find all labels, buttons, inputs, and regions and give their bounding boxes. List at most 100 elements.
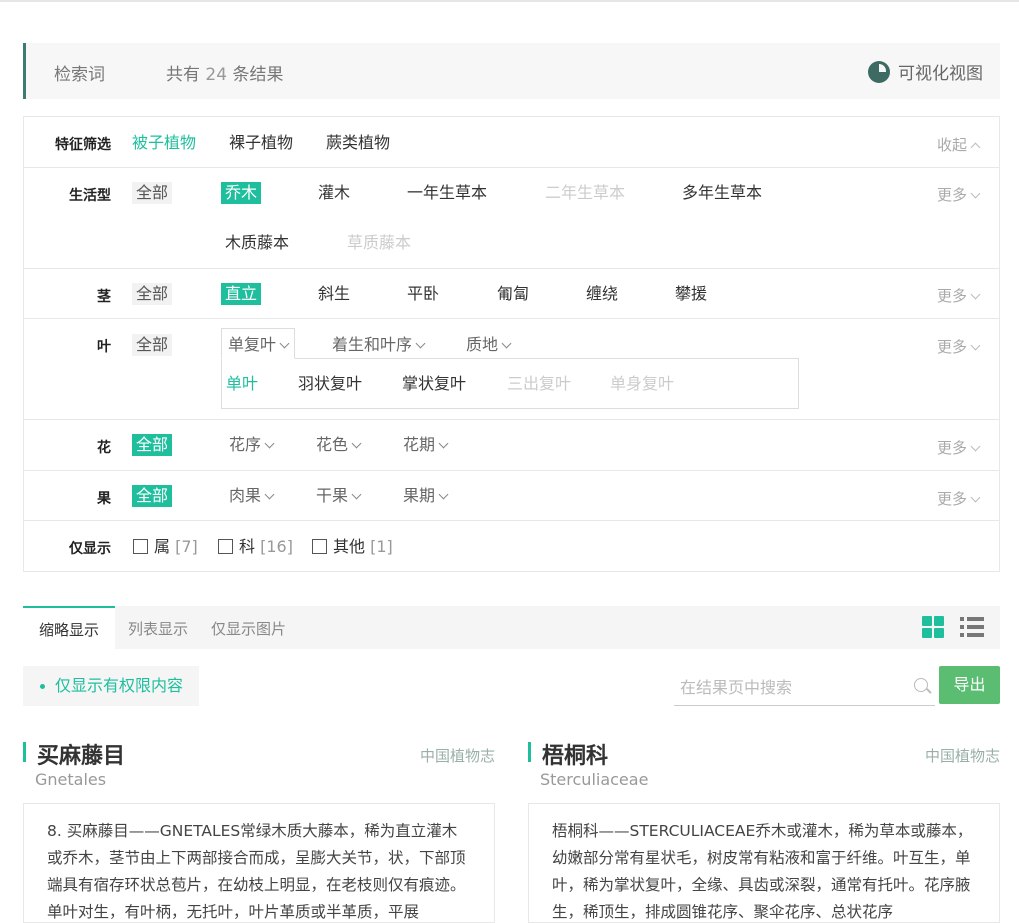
chevron-down-icon <box>264 489 275 500</box>
tab-list[interactable]: 列表显示 <box>128 606 188 649</box>
chevron-down-icon <box>415 338 426 349</box>
filter-label: 茎 <box>97 289 111 305</box>
chevron-down-icon <box>970 289 981 300</box>
title-accent-bar <box>23 742 26 762</box>
result-latin-name: Sterculiaceae <box>540 770 649 789</box>
filter-label: 仅显示 <box>69 541 111 557</box>
tab-thumbnail[interactable]: 缩略显示 <box>23 606 115 649</box>
dropdown-fleshy-fruit[interactable]: 肉果 <box>225 485 277 507</box>
filter-row-stem: 茎 全部 直立 斜生 平卧 匍匐 缠绕 攀援 更多 <box>24 269 999 319</box>
option-all[interactable]: 全部 <box>132 283 173 305</box>
chevron-down-icon <box>351 438 362 449</box>
option-shrub[interactable]: 灌木 <box>314 182 354 204</box>
pie-chart-icon <box>868 60 890 83</box>
chevron-down-icon <box>264 438 275 449</box>
result-count: 共有 24 条结果 <box>166 65 284 85</box>
filter-panel: 特征筛选 被子植物 裸子植物 蕨类植物 收起 生活型 全部 乔木 灌木 一年生草… <box>23 116 1000 572</box>
result-description: 8. 买麻藤目——GNETALES常绿木质大藤本，稀为直立灌木或乔木，茎节由上下… <box>23 803 495 923</box>
filter-row-flower: 花 全部 花序 花色 花期 更多 <box>24 420 999 471</box>
option-simple-leaf[interactable]: 单叶 <box>222 373 262 395</box>
dropdown-texture[interactable]: 质地 <box>462 334 514 356</box>
dropdown-compound-type[interactable]: 单复叶 <box>224 334 292 356</box>
result-title[interactable]: 梧桐科 <box>542 738 608 770</box>
result-search-input[interactable] <box>680 673 900 701</box>
option-all[interactable]: 全部 <box>132 182 173 204</box>
result-source[interactable]: 中国植物志 <box>420 745 495 766</box>
filter-row-feature: 特征筛选 被子植物 裸子植物 蕨类植物 收起 <box>24 117 999 168</box>
more-button[interactable]: 更多 <box>937 184 981 205</box>
visualization-view-button[interactable]: 可视化视图 <box>868 59 983 84</box>
more-button[interactable]: 更多 <box>937 488 981 509</box>
option-fern[interactable]: 蕨类植物 <box>322 132 394 154</box>
option-perennial-herb[interactable]: 多年生草本 <box>678 182 766 204</box>
result-search <box>674 667 935 706</box>
search-icon[interactable] <box>914 678 928 692</box>
result-source[interactable]: 中国植物志 <box>925 745 1000 766</box>
option-pinnate-compound[interactable]: 羽状复叶 <box>294 373 366 395</box>
option-gymnosperm[interactable]: 裸子植物 <box>225 132 297 154</box>
option-all[interactable]: 全部 <box>132 434 173 456</box>
checkbox-box[interactable] <box>218 539 233 554</box>
option-unifoliate: 单身复叶 <box>610 374 675 393</box>
keyword-label: 检索词 <box>54 65 105 85</box>
option-angiosperm[interactable]: 被子植物 <box>128 132 200 154</box>
result-count-number: 24 <box>205 65 228 85</box>
grid-view-icon[interactable] <box>922 616 944 638</box>
filter-label: 果 <box>97 491 111 507</box>
chevron-down-icon <box>501 338 512 349</box>
leaf-suboption-panel: 单叶 羽状复叶 掌状复叶 三出复叶 单身复叶 <box>221 358 799 409</box>
option-biennial-herb: 二年生草本 <box>545 183 626 202</box>
dropdown-arrangement[interactable]: 着生和叶序 <box>328 334 428 356</box>
option-annual-herb[interactable]: 一年生草本 <box>403 182 491 204</box>
checkbox-box[interactable] <box>133 539 148 554</box>
chevron-down-icon <box>438 438 449 449</box>
dropdown-fruiting-period[interactable]: 果期 <box>399 485 451 507</box>
result-title[interactable]: 买麻藤目 <box>37 738 125 770</box>
filter-label: 花 <box>97 440 111 456</box>
chevron-down-icon <box>438 489 449 500</box>
dropdown-flowering-period[interactable]: 花期 <box>399 434 451 456</box>
list-view-icon[interactable] <box>960 617 984 637</box>
tab-images-only[interactable]: 仅显示图片 <box>211 606 286 649</box>
chevron-up-icon <box>970 142 981 153</box>
option-palmate-compound[interactable]: 掌状复叶 <box>398 373 470 395</box>
leaf-dropdown-tab-selected[interactable]: 单复叶 <box>221 328 295 359</box>
title-accent-bar <box>528 742 531 762</box>
option-tree[interactable]: 乔木 <box>221 182 262 204</box>
option-erect[interactable]: 直立 <box>221 283 262 305</box>
dropdown-flower-color[interactable]: 花色 <box>312 434 364 456</box>
result-latin-name: Gnetales <box>35 770 107 789</box>
option-trifoliate: 三出复叶 <box>507 374 572 393</box>
filter-row-lifeform: 生活型 全部 乔木 灌木 一年生草本 二年生草本 多年生草本 木质藤本 草质藤本… <box>24 168 999 269</box>
filter-label: 叶 <box>97 339 111 355</box>
option-climbing[interactable]: 攀援 <box>671 283 711 305</box>
dropdown-inflorescence[interactable]: 花序 <box>225 434 277 456</box>
checkbox-genus[interactable]: 属 [7] <box>129 536 202 558</box>
more-button[interactable]: 更多 <box>937 285 981 306</box>
result-summary-bar: 检索词 共有 24 条结果 可视化视图 <box>23 43 1000 99</box>
option-woody-vine[interactable]: 木质藤本 <box>221 232 293 254</box>
export-button[interactable]: 导出 <box>939 666 1000 704</box>
collapse-button[interactable]: 收起 <box>937 134 981 155</box>
option-ascending[interactable]: 斜生 <box>314 283 354 305</box>
filter-label: 特征筛选 <box>55 137 111 153</box>
dropdown-dry-fruit[interactable]: 干果 <box>312 485 364 507</box>
result-description: 梧桐科——STERCULIACEAE乔木或灌木，稀为草本或藤本，幼嫩部分常有星状… <box>528 803 1000 923</box>
option-prostrate[interactable]: 平卧 <box>403 283 443 305</box>
chevron-down-icon <box>279 338 290 349</box>
filter-row-only-show: 仅显示 属 [7] 科 [16] 其他 [1] <box>24 521 999 571</box>
option-all[interactable]: 全部 <box>132 334 173 356</box>
chevron-down-icon <box>970 492 981 503</box>
option-twining[interactable]: 缠绕 <box>582 283 622 305</box>
more-button[interactable]: 更多 <box>937 336 981 357</box>
checkbox-other[interactable]: 其他 [1] <box>308 536 397 558</box>
chevron-down-icon <box>970 441 981 452</box>
checkbox-box[interactable] <box>312 539 327 554</box>
more-button[interactable]: 更多 <box>937 437 981 458</box>
option-all[interactable]: 全部 <box>132 485 173 507</box>
filter-row-fruit: 果 全部 肉果 干果 果期 更多 <box>24 471 999 521</box>
permission-filter-button[interactable]: 仅显示有权限内容 <box>23 666 199 706</box>
option-creeping[interactable]: 匍匐 <box>493 283 533 305</box>
top-divider <box>0 0 1019 2</box>
checkbox-family[interactable]: 科 [16] <box>214 536 297 558</box>
